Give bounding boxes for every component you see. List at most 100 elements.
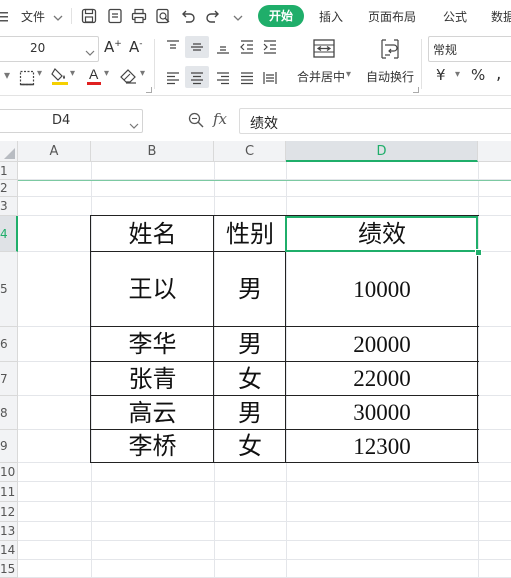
font-size-select[interactable]: 20 <box>0 36 99 62</box>
group-launcher-icon[interactable] <box>146 87 152 93</box>
table-cell[interactable]: 10000 <box>286 252 478 327</box>
table-cell[interactable]: 20000 <box>286 327 478 362</box>
table-cell[interactable]: 男 <box>214 252 286 327</box>
zoom-lookup-icon[interactable] <box>188 112 204 128</box>
row-header-11[interactable]: 11 <box>0 482 18 502</box>
table-cell[interactable]: 女 <box>214 362 286 396</box>
more-options-icon[interactable]: ▾ <box>4 68 10 82</box>
wrap-text-label[interactable]: 自动换行 <box>366 68 414 85</box>
row-header-14[interactable]: 14 <box>0 541 18 560</box>
tab-formulas[interactable]: 公式 <box>443 8 467 25</box>
redo-icon[interactable] <box>205 8 221 24</box>
tab-insert[interactable]: 插入 <box>319 8 343 25</box>
row-header-10[interactable]: 10 <box>0 463 18 482</box>
row-header-12[interactable]: 12 <box>0 502 18 522</box>
merge-center-icon[interactable] <box>312 37 336 61</box>
export-pdf-icon[interactable] <box>107 8 123 24</box>
menu-icon[interactable] <box>0 8 10 24</box>
align-top-icon[interactable] <box>165 39 181 55</box>
fill-color-dropdown-icon[interactable]: ▾ <box>70 68 75 79</box>
table-cell[interactable]: 王以 <box>91 252 214 327</box>
table-cell[interactable]: 30000 <box>286 396 478 430</box>
table-cell[interactable]: 22000 <box>286 362 478 396</box>
group-launcher-icon[interactable] <box>413 87 419 93</box>
row-header-label: 11 <box>0 484 16 499</box>
row-header-4[interactable]: 4 <box>0 216 18 252</box>
percent-format-icon[interactable]: % <box>471 66 485 84</box>
justify-icon[interactable] <box>239 70 255 86</box>
tab-data[interactable]: 数据 <box>491 8 511 25</box>
column-header-d[interactable]: D <box>286 141 478 162</box>
chevron-down-icon[interactable] <box>52 9 68 25</box>
tab-start[interactable]: 开始 <box>258 5 304 27</box>
name-box[interactable]: D4 <box>0 109 143 133</box>
print-preview-icon[interactable] <box>155 8 171 24</box>
row-header-3[interactable]: 3 <box>0 197 18 216</box>
formula-input[interactable]: 绩效 <box>239 108 511 134</box>
table-cell[interactable]: 高云 <box>91 396 214 430</box>
wrap-text-icon[interactable] <box>378 37 402 61</box>
table-cell[interactable]: 张青 <box>91 362 214 396</box>
font-color-icon[interactable]: A <box>86 66 102 86</box>
print-icon[interactable] <box>131 8 147 24</box>
formula-bar: D4 fx 绩效 <box>0 104 511 136</box>
clear-dropdown-icon[interactable]: ▾ <box>140 68 145 79</box>
align-center-button[interactable] <box>185 66 209 88</box>
file-menu[interactable]: 文件 <box>21 8 45 25</box>
row-header-label: 4 <box>0 226 8 241</box>
currency-format-icon[interactable]: ¥ <box>436 66 446 84</box>
column-header-b[interactable]: B <box>91 141 214 162</box>
row-header-15[interactable]: 15 <box>0 560 18 578</box>
number-format-select[interactable]: 常规 <box>428 36 511 62</box>
currency-dropdown-icon[interactable]: ▾ <box>455 69 460 80</box>
table-header-cell[interactable]: 姓名 <box>91 216 214 252</box>
quick-access-dropdown-icon[interactable] <box>232 9 248 25</box>
table-cell[interactable]: 男 <box>214 327 286 362</box>
table-border <box>285 215 286 463</box>
row-header-13[interactable]: 13 <box>0 522 18 541</box>
select-all-corner[interactable] <box>0 141 18 162</box>
decrease-font-size-icon[interactable]: A- <box>129 38 143 56</box>
decrease-indent-icon[interactable] <box>239 39 255 55</box>
undo-icon[interactable] <box>180 8 196 24</box>
borders-dropdown-icon[interactable]: ▾ <box>37 68 42 79</box>
align-bottom-icon[interactable] <box>215 39 231 55</box>
borders-icon[interactable] <box>19 70 35 86</box>
comma-style-icon[interactable]: , <box>496 64 501 84</box>
table-cell[interactable]: 12300 <box>286 430 478 463</box>
column-header-c[interactable]: C <box>214 141 286 162</box>
column-header-a[interactable]: A <box>18 141 91 162</box>
align-right-icon[interactable] <box>215 70 231 86</box>
active-cell-outline[interactable] <box>285 216 478 252</box>
row-header-6[interactable]: 6 <box>0 327 18 362</box>
insert-function-icon[interactable]: fx <box>213 110 227 128</box>
merge-center-dropdown-icon[interactable]: ▾ <box>346 69 351 80</box>
increase-font-size-icon[interactable]: A+ <box>104 38 122 56</box>
table-cell[interactable]: 男 <box>214 396 286 430</box>
distributed-align-icon[interactable] <box>262 70 278 86</box>
tab-page-layout[interactable]: 页面布局 <box>368 8 416 25</box>
row-header-9[interactable]: 9 <box>0 430 18 463</box>
table-cell[interactable]: 李桥 <box>91 430 214 463</box>
merge-center-label[interactable]: 合并居中 <box>297 68 345 85</box>
row-header-label: 2 <box>0 181 8 195</box>
align-left-icon[interactable] <box>165 70 181 86</box>
fill-handle[interactable] <box>475 249 482 256</box>
row-header-7[interactable]: 7 <box>0 362 18 396</box>
align-middle-button[interactable] <box>185 36 209 58</box>
save-icon[interactable] <box>81 8 97 24</box>
font-color-dropdown-icon[interactable]: ▾ <box>104 68 109 79</box>
table-cell[interactable]: 李华 <box>91 327 214 362</box>
table-cell[interactable]: 女 <box>214 430 286 463</box>
row-header-8[interactable]: 8 <box>0 396 18 430</box>
table-header-cell[interactable]: 性别 <box>214 216 286 252</box>
row-header-1[interactable]: 1 <box>0 162 18 180</box>
increase-indent-icon[interactable] <box>262 39 278 55</box>
fill-color-icon[interactable] <box>51 66 69 86</box>
eraser-icon[interactable] <box>120 69 136 85</box>
row-header-label: 5 <box>0 282 8 296</box>
row-header-5[interactable]: 5 <box>0 252 18 327</box>
column-header-e[interactable] <box>478 141 511 162</box>
row-header-2[interactable]: 2 <box>0 180 18 197</box>
spreadsheet-grid[interactable]: A B C D 1 2 3 4 5 6 7 8 9 10 11 12 13 14 15 姓名 性别 绩效 王以男 1… <box>0 141 511 578</box>
